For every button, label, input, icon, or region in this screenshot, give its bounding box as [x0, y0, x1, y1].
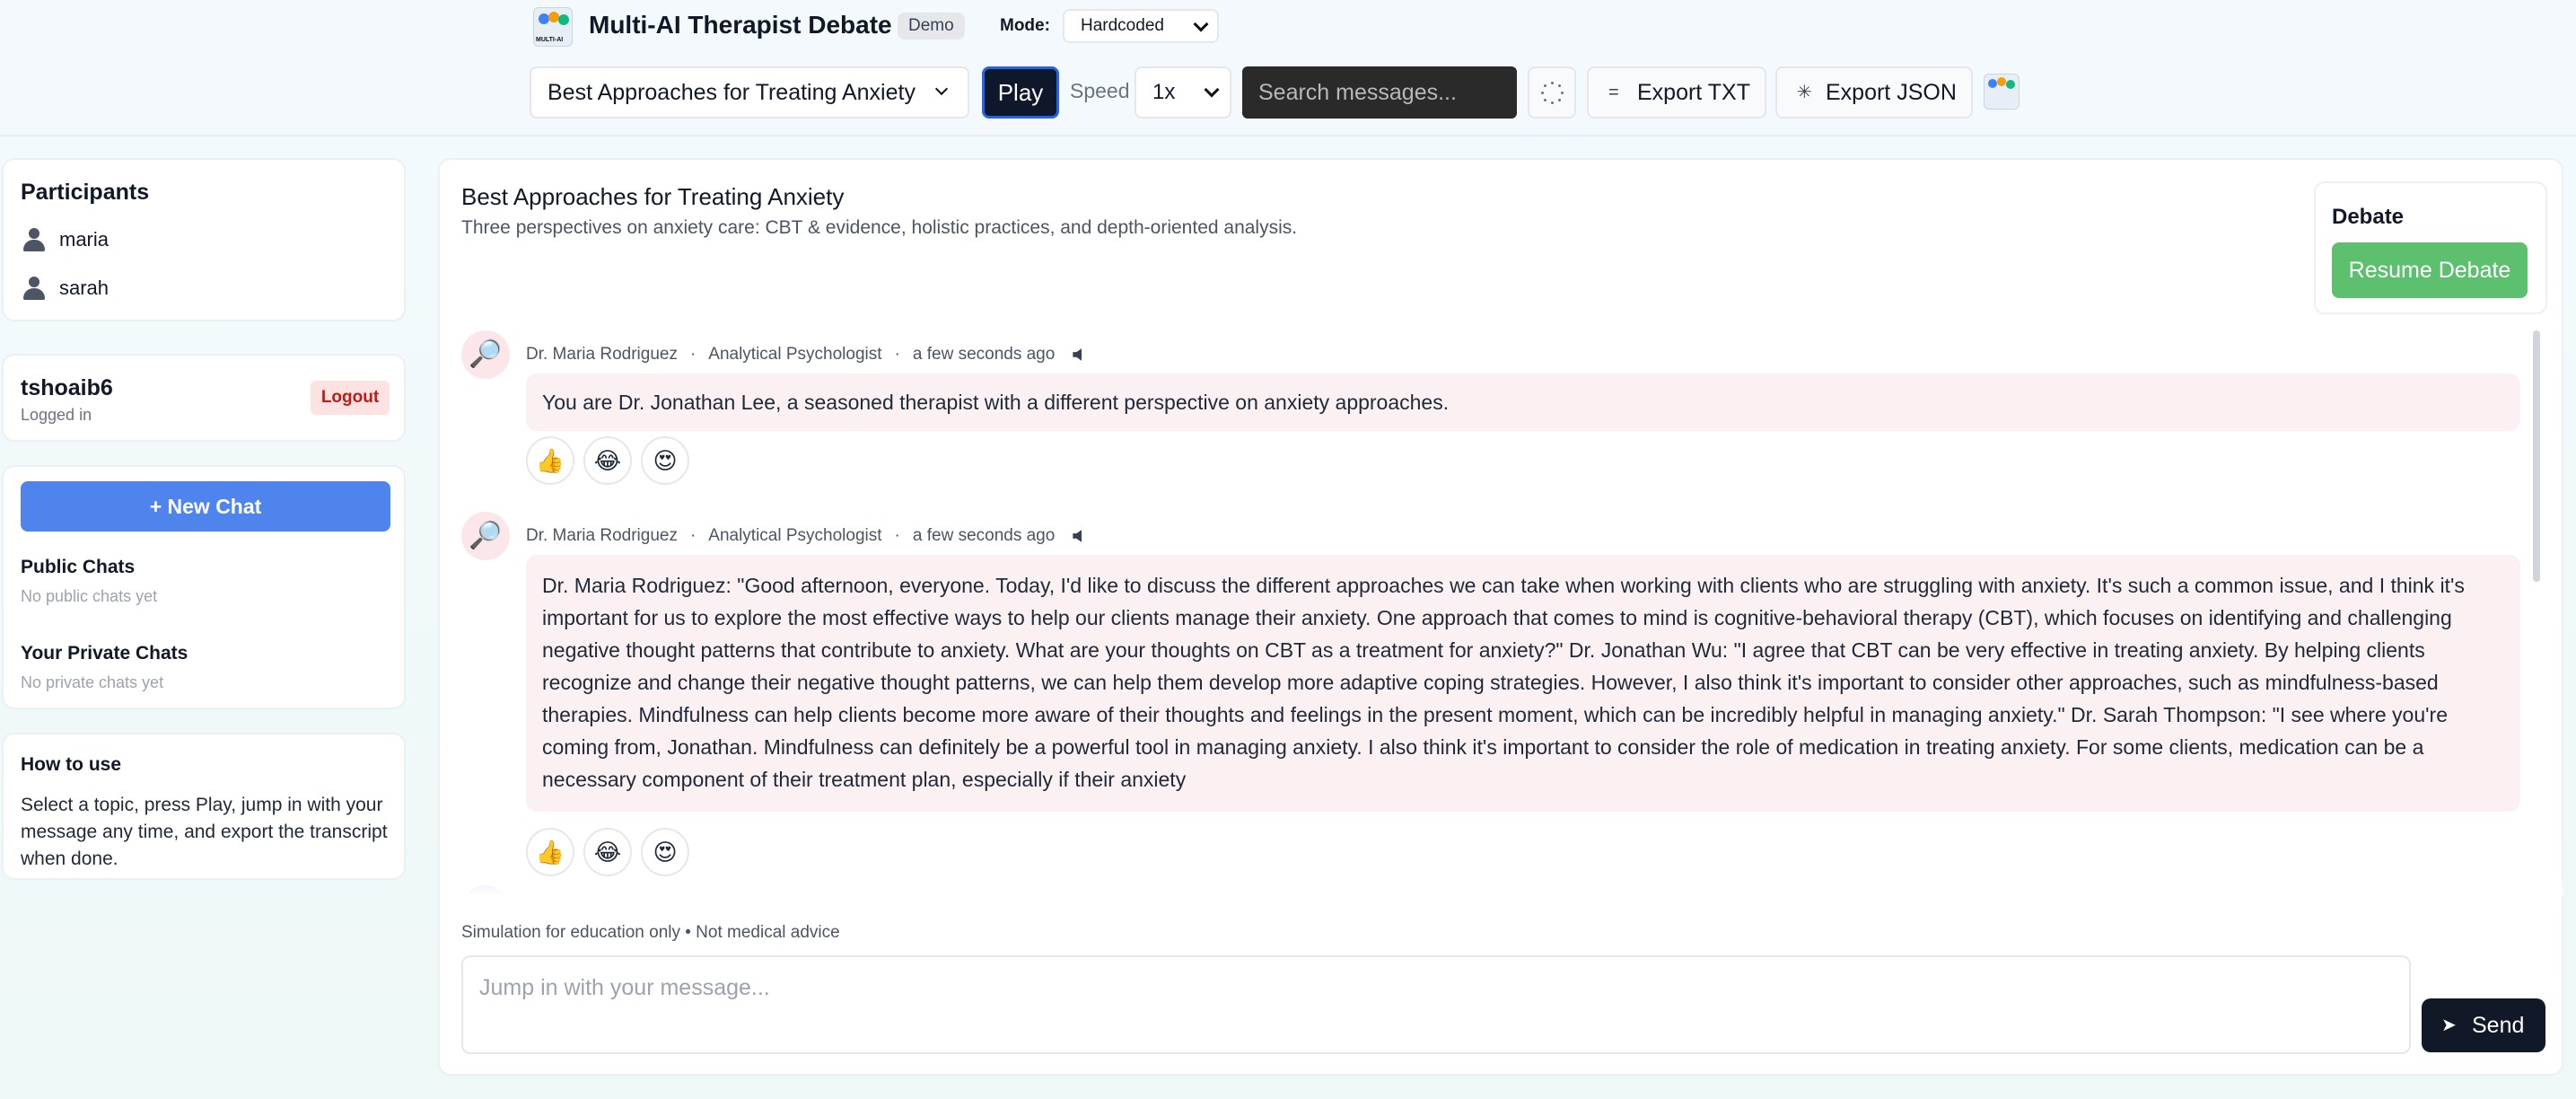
private-chats-title: Your Private Chats — [21, 643, 188, 664]
message-author: Dr. Maria Rodriguez — [526, 345, 678, 364]
mini-logo — [1984, 74, 2020, 110]
lines-icon: = — [1608, 83, 1619, 102]
speed-select[interactable]: 1x — [1135, 66, 1231, 119]
message-list[interactable]: 🔎 Dr. Maria Rodriguez · Analytical Psychol… — [440, 330, 2563, 896]
how-to-use-text: Select a topic, press Play, jump in with… — [21, 795, 388, 869]
send-button[interactable]: ➤ Send — [2422, 998, 2545, 1052]
thumbs-up-reaction[interactable]: 👍 — [526, 436, 574, 485]
app-title: Multi-AI Therapist Debate — [589, 11, 892, 39]
mode-label: Mode: — [1000, 16, 1050, 35]
speaker-icon[interactable] — [1073, 529, 1082, 542]
person-icon — [21, 226, 48, 253]
magnifier-icon: 🔎 — [461, 512, 510, 560]
user-card: tshoaib6 Logged in Logout — [2, 354, 406, 442]
speed-label: Speed — [1070, 79, 1130, 102]
message-role: Analytical Psychologist — [708, 345, 882, 364]
laugh-reaction[interactable]: 😂 — [583, 436, 632, 485]
login-status: Logged in — [21, 406, 92, 424]
public-chats-title: Public Chats — [21, 557, 136, 577]
message-author: Dr. Maria Rodriguez — [526, 526, 678, 545]
export-json-label: Export JSON — [1826, 80, 1957, 105]
export-json-button[interactable]: ✳ Export JSON — [1775, 66, 1973, 119]
mode-select-value: Hardcoded — [1081, 16, 1164, 35]
how-to-use-title: How to use — [21, 754, 122, 775]
magnifier-icon: 🔎 — [461, 330, 510, 379]
person-icon — [21, 275, 48, 302]
demo-badge: Demo — [898, 13, 965, 40]
thumbs-up-reaction[interactable]: 👍 — [526, 828, 574, 876]
topic-select-value: Best Approaches for Treating Anxiety — [548, 80, 916, 105]
message-meta: Dr. Maria Rodriguez · Analytical Psycholog… — [526, 526, 1082, 546]
participant-name: sarah — [59, 277, 110, 299]
how-to-use-card: How to use Select a topic, press Play, j… — [2, 733, 406, 880]
message-text: You are Dr. Jonathan Lee, a seasoned the… — [526, 374, 2520, 431]
speaker-icon[interactable] — [1073, 347, 1082, 361]
chats-card: + New Chat Public Chats No public chats … — [2, 465, 406, 709]
scroll-fade — [440, 875, 2563, 896]
mode-select[interactable]: Hardcoded — [1063, 9, 1219, 43]
participant-name: maria — [59, 228, 110, 251]
page-subtitle: Three perspectives on anxiety care: CBT … — [461, 217, 1298, 238]
heart-eyes-reaction[interactable]: 😍 — [641, 436, 689, 485]
send-label: Send — [2472, 1013, 2525, 1038]
speed-select-value: 1x — [1152, 80, 1176, 104]
chevron-down-icon — [1193, 16, 1209, 32]
search-input[interactable] — [1242, 66, 1517, 119]
new-chat-button[interactable]: + New Chat — [21, 481, 390, 532]
disclaimer: Simulation for education only • Not medi… — [461, 923, 840, 942]
public-chats-empty: No public chats yet — [21, 587, 158, 605]
laugh-reaction[interactable]: 😂 — [583, 828, 632, 876]
logout-button[interactable]: Logout — [311, 381, 390, 415]
message-scrollbar[interactable] — [2533, 330, 2540, 582]
heart-eyes-reaction[interactable]: 😍 — [641, 828, 689, 876]
message-meta: Dr. Maria Rodriguez · Analytical Psycholog… — [526, 345, 1082, 365]
message-input[interactable] — [461, 955, 2411, 1054]
topic-select[interactable]: Best Approaches for Treating Anxiety — [530, 66, 969, 119]
participants-title: Participants — [21, 180, 150, 205]
username: tshoaib6 — [21, 375, 113, 400]
top-bar: MULTI-AI Multi-AI Therapist Debate Demo … — [0, 0, 2576, 136]
debate-controls: Debate Resume Debate — [2314, 181, 2547, 314]
participants-card: Participants maria sarah — [2, 158, 406, 321]
chevron-down-icon — [934, 82, 949, 96]
chevron-down-icon — [1204, 82, 1220, 98]
message-role: Analytical Psychologist — [708, 526, 882, 545]
debate-panel: Best Approaches for Treating Anxiety Thr… — [438, 158, 2563, 1076]
send-arrow-icon: ➤ — [2441, 1015, 2457, 1035]
sparkle-icon: ✳ — [1797, 83, 1812, 102]
message-text: Dr. Maria Rodriguez: "Good afternoon, ev… — [526, 555, 2520, 812]
debate-title: Debate — [2332, 205, 2405, 229]
message-time: a few seconds ago — [912, 345, 1056, 364]
page-title: Best Approaches for Treating Anxiety — [461, 183, 845, 210]
app-logo-text: MULTI-AI — [536, 37, 564, 43]
app-logo: MULTI-AI — [533, 7, 573, 47]
private-chats-empty: No private chats yet — [21, 673, 164, 691]
play-button[interactable]: Play — [982, 66, 1059, 119]
loader-button[interactable] — [1528, 66, 1576, 119]
export-txt-label: Export TXT — [1637, 80, 1750, 105]
message-time: a few seconds ago — [912, 526, 1056, 545]
resume-debate-button[interactable]: Resume Debate — [2332, 242, 2528, 298]
export-txt-button[interactable]: = Export TXT — [1587, 66, 1766, 119]
